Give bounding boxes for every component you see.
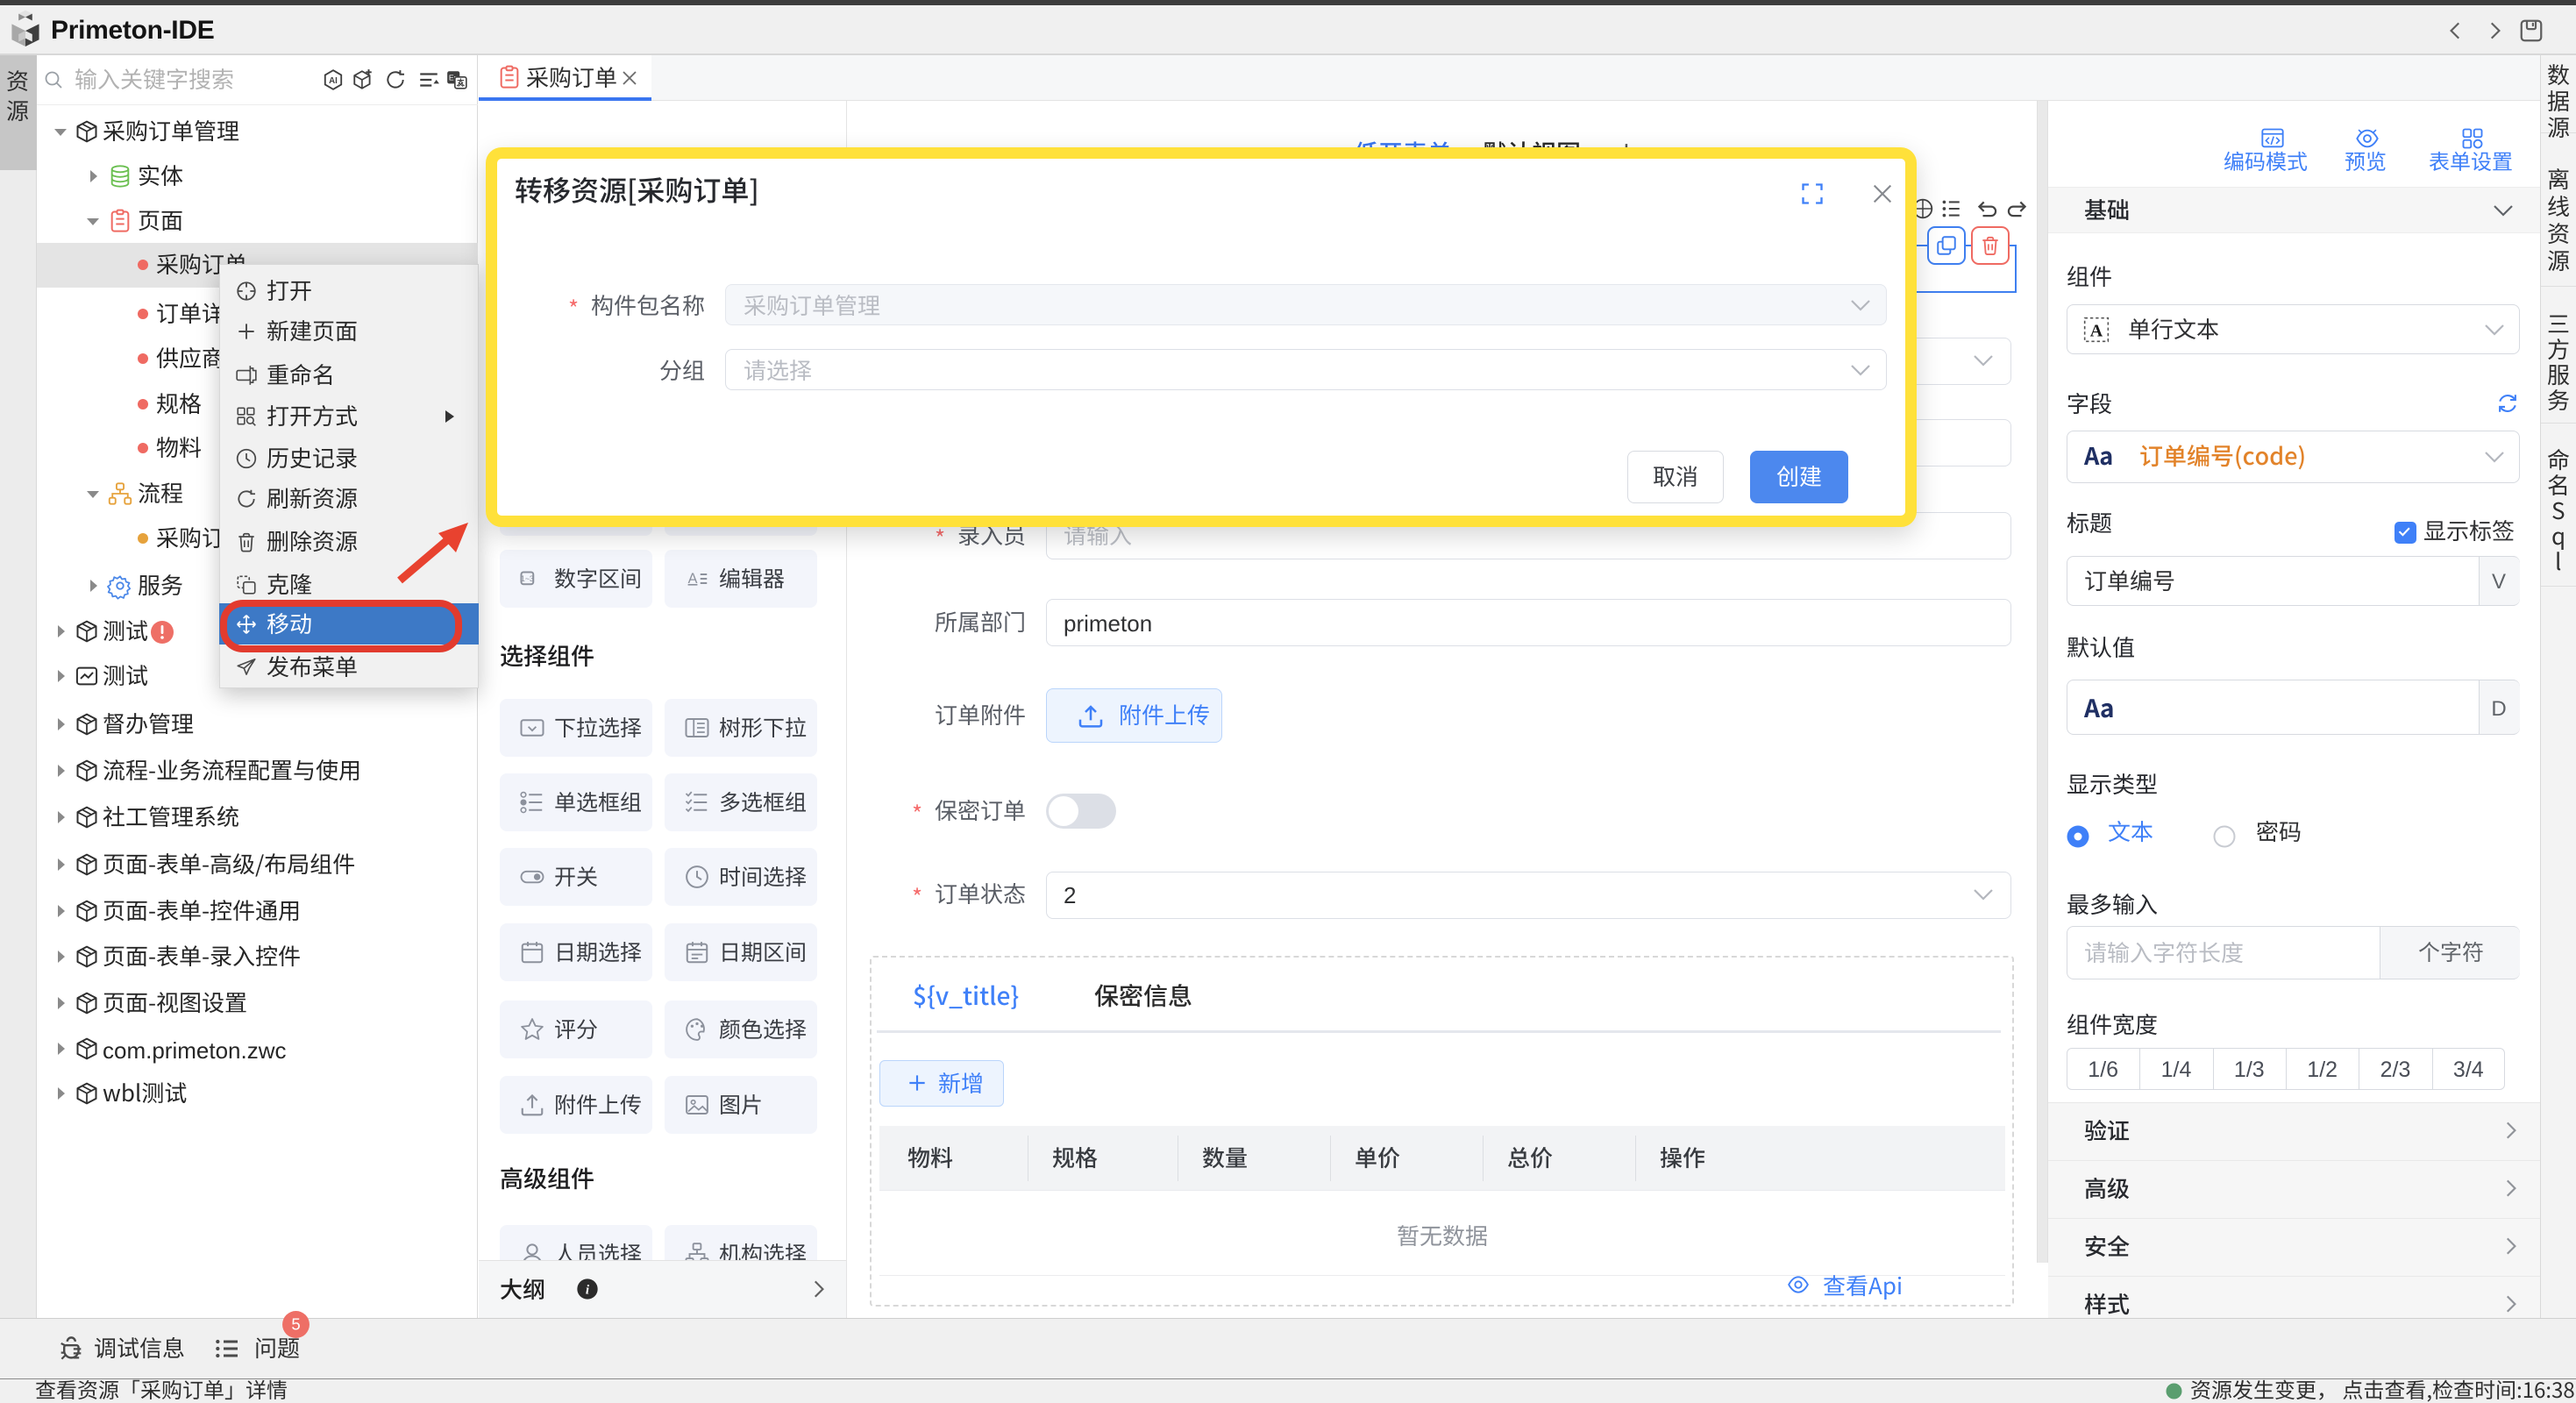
svg-text:A: A bbox=[688, 571, 698, 587]
svg-text:1~3: 1~3 bbox=[521, 574, 534, 583]
svg-text:5: 5 bbox=[291, 1315, 300, 1334]
svg-text:AI: AI bbox=[329, 76, 338, 86]
svg-text:A: A bbox=[2090, 321, 2103, 340]
